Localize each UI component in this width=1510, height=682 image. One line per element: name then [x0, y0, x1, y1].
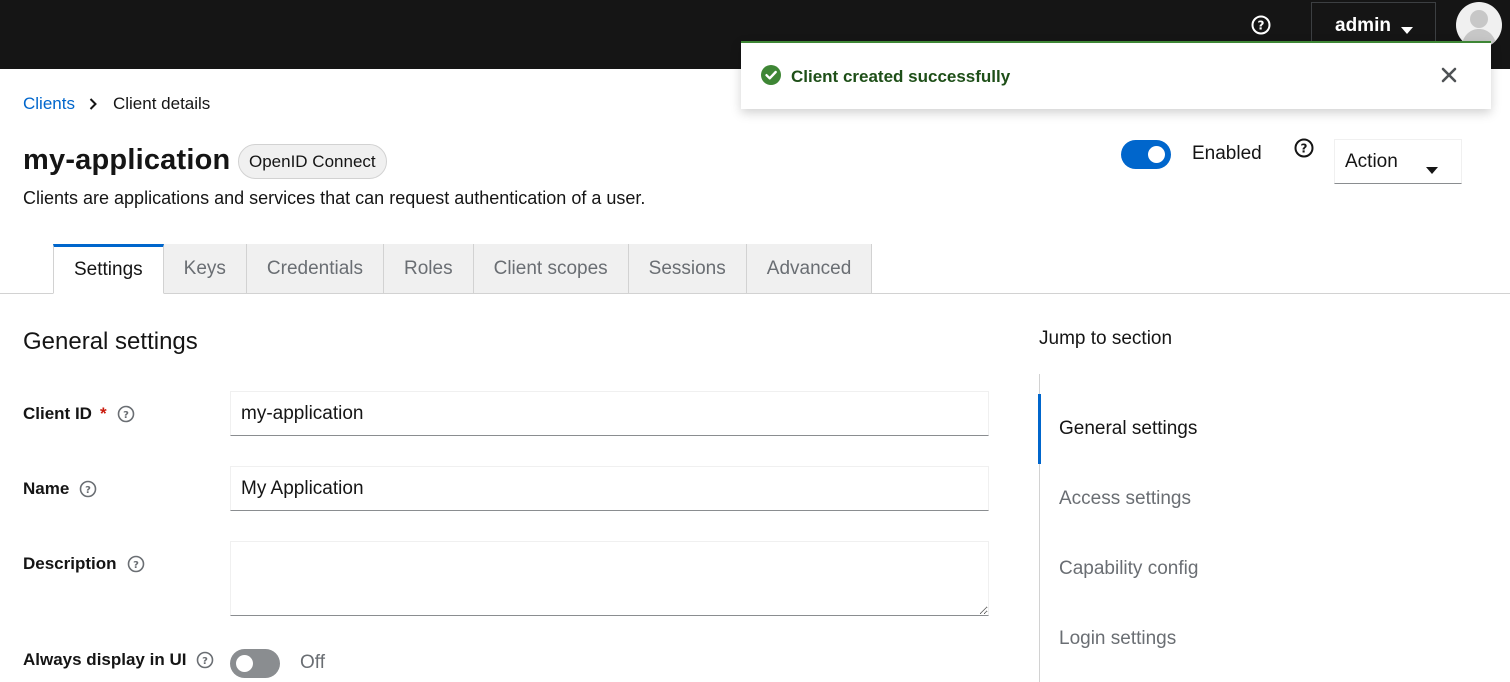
jump-link-general-settings[interactable]: General settings [1059, 418, 1197, 440]
user-menu-label: admin [1335, 14, 1391, 36]
always-display-toggle[interactable] [230, 649, 280, 678]
caret-down-icon [1401, 22, 1413, 40]
question-circle-icon[interactable]: ? [117, 405, 135, 423]
name-label: Name ? [23, 479, 97, 499]
name-input[interactable] [230, 466, 989, 511]
jump-link-capability-config[interactable]: Capability config [1059, 558, 1198, 580]
svg-text:?: ? [203, 656, 209, 667]
breadcrumb-clients-link[interactable]: Clients [23, 94, 75, 114]
tab-client-scopes[interactable]: Client scopes [473, 244, 629, 294]
tab-keys[interactable]: Keys [163, 244, 247, 294]
jump-link-access-settings[interactable]: Access settings [1059, 488, 1191, 510]
section-title: General settings [23, 328, 198, 355]
success-toast: Client created successfully [741, 41, 1491, 109]
jump-active-indicator [1038, 394, 1041, 464]
tab-roles[interactable]: Roles [384, 244, 474, 294]
check-circle-icon [761, 65, 781, 90]
client-id-label: Client ID * ? [23, 404, 135, 424]
svg-text:?: ? [1301, 142, 1308, 156]
client-id-label-text: Client ID [23, 404, 92, 423]
tab-credentials[interactable]: Credentials [246, 244, 385, 294]
client-id-input[interactable] [230, 391, 989, 436]
question-circle-icon[interactable]: ? [196, 651, 214, 669]
enabled-label: Enabled [1192, 143, 1262, 164]
question-circle-icon[interactable]: ? [127, 555, 145, 573]
jump-link-login-settings[interactable]: Login settings [1059, 628, 1176, 650]
always-display-label: Always display in UI ? [23, 650, 214, 670]
question-circle-icon[interactable]: ? [1294, 138, 1314, 163]
action-dropdown-label: Action [1345, 150, 1398, 172]
breadcrumb: Clients Client details [23, 94, 210, 114]
tab-bar: Settings Keys Credentials Roles Client s… [53, 244, 873, 294]
toggle-knob [1148, 146, 1165, 163]
page-title: my-application [23, 144, 231, 176]
description-label-text: Description [23, 554, 117, 573]
description-label: Description ? [23, 554, 145, 574]
toggle-knob [236, 655, 253, 672]
chevron-right-icon [89, 98, 97, 110]
tab-advanced[interactable]: Advanced [746, 244, 873, 294]
svg-text:?: ? [123, 410, 129, 421]
breadcrumb-current: Client details [112, 94, 211, 113]
close-icon[interactable] [1441, 67, 1457, 88]
toast-message: Client created successfully [791, 67, 1011, 86]
question-circle-icon[interactable]: ? [1251, 15, 1271, 35]
protocol-badge: OpenID Connect [238, 144, 387, 179]
svg-text:?: ? [1258, 19, 1265, 33]
jump-to-section-title: Jump to section [1039, 328, 1173, 349]
name-label-text: Name [23, 479, 70, 498]
enabled-toggle[interactable] [1121, 140, 1171, 169]
always-display-label-text: Always display in UI [23, 650, 187, 669]
description-textarea[interactable] [230, 541, 989, 616]
tab-settings[interactable]: Settings [53, 244, 164, 294]
action-dropdown[interactable]: Action [1334, 139, 1462, 184]
caret-down-icon [1426, 159, 1438, 181]
page-description: Clients are applications and services th… [23, 188, 646, 208]
always-display-state: Off [300, 652, 325, 673]
tab-sessions[interactable]: Sessions [628, 244, 747, 294]
svg-text:?: ? [85, 485, 91, 496]
question-circle-icon[interactable]: ? [79, 480, 97, 498]
required-mark: * [99, 404, 107, 423]
svg-text:?: ? [133, 560, 139, 571]
